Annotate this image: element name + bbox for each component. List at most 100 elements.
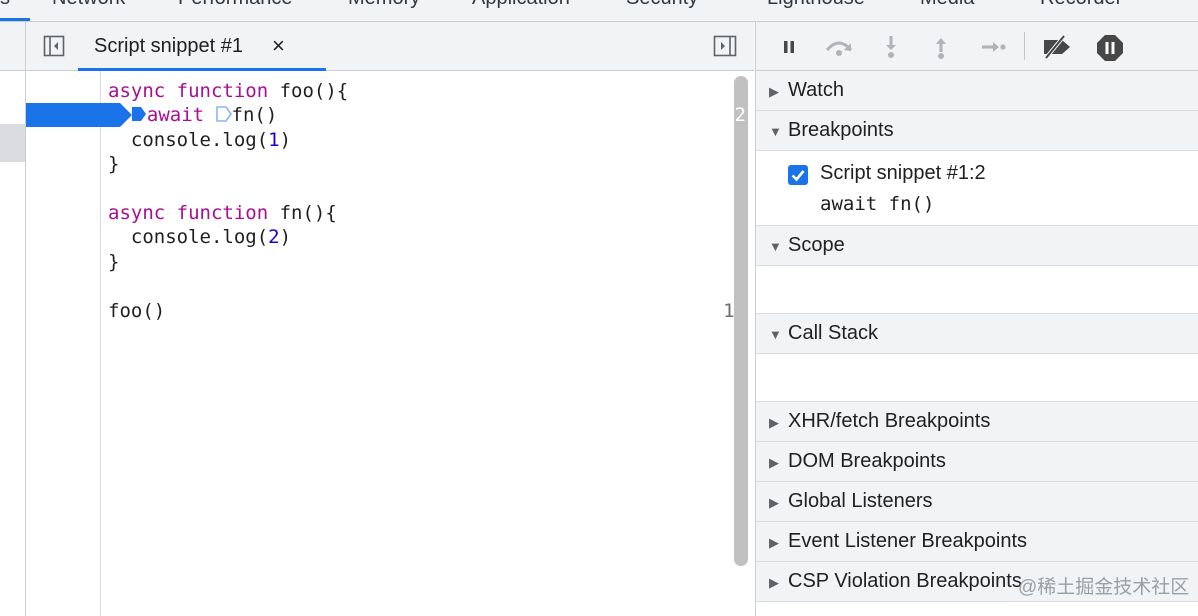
code-line[interactable]: await fn() [108, 103, 277, 127]
xhr-breakpoints-pane-header[interactable]: ▶ XHR/fetch Breakpoints [756, 402, 1198, 442]
code-line[interactable]: } [108, 250, 119, 274]
file-tab-label: Script snippet #1 [94, 35, 243, 57]
tab-application[interactable]: Application [472, 0, 570, 10]
sidebar-left-icon [43, 35, 65, 57]
number-token: 1 [268, 128, 280, 151]
toggle-navigator-button[interactable] [42, 34, 66, 58]
expanded-arrow-icon: ▼ [769, 124, 782, 139]
code-token: foo(){ [268, 80, 349, 102]
deactivate-breakpoints-button[interactable] [1040, 34, 1076, 60]
csp-violation-breakpoints-title: CSP Violation Breakpoints [788, 570, 1022, 592]
code-line[interactable]: } [108, 152, 119, 176]
breakpoint-checkbox[interactable] [788, 165, 808, 185]
debugger-toolbar [756, 22, 1198, 71]
navigator-header [0, 22, 25, 71]
code-token: fn(){ [268, 202, 337, 224]
code-token: console.log( [108, 128, 269, 151]
inline-breakpoint-icon[interactable] [215, 105, 232, 123]
expanded-arrow-icon: ▼ [769, 239, 782, 254]
global-listeners-pane-header[interactable]: ▶ Global Listeners [756, 482, 1198, 522]
line-number[interactable]: 2 [686, 103, 746, 127]
tab-media[interactable]: Media [920, 0, 974, 10]
dom-breakpoints-title: DOM Breakpoints [788, 450, 946, 472]
scope-pane-body [756, 266, 1198, 314]
step-over-button[interactable] [824, 34, 853, 60]
step-icon [982, 42, 1006, 52]
code-token: } [108, 153, 120, 176]
navigator-selected-item[interactable] [0, 124, 25, 162]
step-out-icon [936, 38, 946, 59]
code-token: ) [279, 128, 292, 151]
pause-button[interactable] [776, 34, 802, 60]
checkmark-icon [791, 170, 805, 182]
scope-pane-header[interactable]: ▼ Scope [756, 226, 1198, 266]
tab-performance[interactable]: Performance [178, 0, 293, 10]
file-navigator [0, 22, 26, 616]
collapsed-arrow-icon: ▶ [769, 495, 779, 510]
debugger-sidebar: ▶ Watch ▼ Breakpoints Script snippet #1:… [755, 22, 1198, 616]
toolbar-separator [1024, 32, 1025, 60]
tab-security[interactable]: Security [626, 0, 698, 10]
step-button[interactable] [978, 34, 1006, 60]
xhr-breakpoints-title: XHR/fetch Breakpoints [788, 410, 991, 432]
code-token: foo() [108, 299, 166, 322]
collapsed-arrow-icon: ▶ [769, 455, 779, 470]
tab-lighthouse[interactable]: Lighthouse [767, 0, 865, 10]
expanded-arrow-icon: ▼ [769, 327, 782, 342]
collapsed-arrow-icon: ▶ [769, 415, 779, 430]
watch-pane-header[interactable]: ▶ Watch [756, 71, 1198, 111]
active-tab-indicator [0, 18, 30, 21]
tab-network[interactable]: Network [52, 0, 125, 10]
pause-on-exceptions-button[interactable] [1096, 34, 1123, 61]
editor-tab-bar: Script snippet #1 × [26, 22, 754, 71]
global-listeners-title: Global Listeners [788, 490, 933, 512]
step-over-icon [825, 41, 853, 56]
collapsed-arrow-icon: ▶ [769, 84, 779, 99]
step-out-button[interactable] [928, 34, 954, 60]
pause-on-exceptions-icon [1097, 35, 1123, 61]
code-token: ) [279, 226, 292, 249]
file-tab-script-snippet[interactable]: Script snippet #1 × [78, 22, 326, 71]
number-token: 2 [268, 226, 280, 249]
active-inline-breakpoint-icon[interactable] [131, 105, 147, 123]
keyword-token: await [146, 104, 205, 127]
tab-recorder[interactable]: Recorder [1040, 0, 1122, 10]
call-stack-title: Call Stack [788, 322, 879, 344]
toggle-debugger-button[interactable] [712, 34, 738, 58]
breakpoints-title: Breakpoints [788, 119, 894, 141]
code-line[interactable]: console.log(1) [108, 128, 291, 152]
keyword-token: async function [108, 80, 269, 102]
code-token: fn() [231, 104, 278, 127]
call-stack-pane-header[interactable]: ▼ Call Stack [756, 314, 1198, 354]
tab-sources[interactable]: s [0, 0, 10, 10]
close-icon[interactable]: × [272, 33, 285, 59]
step-into-icon [886, 36, 896, 58]
call-stack-pane-body [756, 354, 1198, 402]
devtools-tab-strip: s Network Performance Memory Application… [0, 0, 1198, 22]
scope-title: Scope [788, 234, 845, 256]
code-line[interactable]: async function foo(){ [108, 79, 348, 103]
watermark: @稀土掘金技术社区 [1018, 577, 1190, 598]
event-listener-breakpoints-title: Event Listener Breakpoints [788, 530, 1028, 552]
code-line[interactable]: foo() [108, 299, 165, 323]
breakpoint-location[interactable]: Script snippet #1:2 [820, 162, 986, 185]
code-line[interactable]: console.log(2) [108, 225, 291, 249]
collapsed-arrow-icon: ▶ [769, 575, 779, 590]
tab-memory[interactable]: Memory [348, 0, 420, 10]
deactivate-breakpoints-icon [1044, 34, 1070, 60]
code-token: console.log( [108, 226, 269, 249]
code-line[interactable]: async function fn(){ [108, 201, 337, 225]
editor-scrollbar[interactable] [734, 76, 748, 566]
dom-breakpoints-pane-header[interactable]: ▶ DOM Breakpoints [756, 442, 1198, 482]
line-number-gutter[interactable] [26, 71, 101, 616]
breakpoints-pane-header[interactable]: ▼ Breakpoints [756, 111, 1198, 151]
step-into-button[interactable] [878, 34, 904, 60]
code-editor[interactable]: 12345678910 async function foo(){ await … [26, 71, 754, 616]
collapsed-arrow-icon: ▶ [769, 535, 779, 550]
event-listener-breakpoints-pane-header[interactable]: ▶ Event Listener Breakpoints [756, 522, 1198, 562]
keyword-token: async function [108, 202, 269, 224]
breakpoint-code: await fn() [820, 193, 935, 215]
watch-title: Watch [788, 79, 844, 101]
